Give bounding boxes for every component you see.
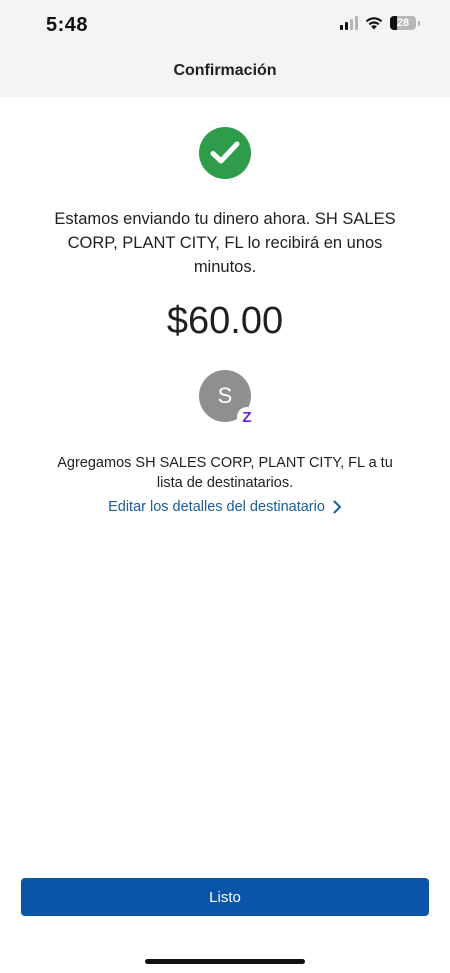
status-icons: 28 bbox=[340, 16, 420, 30]
zelle-glyph: Z bbox=[242, 408, 252, 426]
done-button[interactable]: Listo bbox=[21, 878, 429, 916]
chevron-right-icon bbox=[333, 500, 341, 514]
transfer-amount: $60.00 bbox=[166, 300, 284, 342]
battery-icon: 28 bbox=[390, 16, 416, 30]
check-circle-icon bbox=[199, 127, 251, 179]
page-title: Confirmación bbox=[173, 62, 277, 79]
avatar-initial: S bbox=[217, 383, 233, 408]
battery-tip bbox=[418, 20, 420, 26]
battery-percentage: 28 bbox=[396, 17, 410, 29]
edit-recipient-link[interactable]: Editar los detalles del destinatario bbox=[0, 499, 450, 515]
status-bar: 5:48 28 bbox=[0, 0, 450, 50]
wifi-icon bbox=[365, 17, 383, 30]
recipient-avatar-group: S Z bbox=[199, 370, 259, 430]
confirmation-message: Estamos enviando tu dinero ahora. SH SAL… bbox=[54, 210, 396, 276]
signal-icon bbox=[340, 16, 358, 30]
recipient-added-message: Agregamos SH SALES CORP, PLANT CITY, FL … bbox=[57, 455, 393, 491]
zelle-icon: Z bbox=[237, 407, 257, 427]
status-time: 5:48 bbox=[46, 14, 89, 36]
home-indicator[interactable] bbox=[145, 959, 305, 964]
checkmark-icon bbox=[210, 141, 240, 164]
top-header-area: 5:48 28 Confirmación bbox=[0, 0, 450, 97]
edit-recipient-link-label: Editar los detalles del destinatario bbox=[108, 499, 325, 515]
